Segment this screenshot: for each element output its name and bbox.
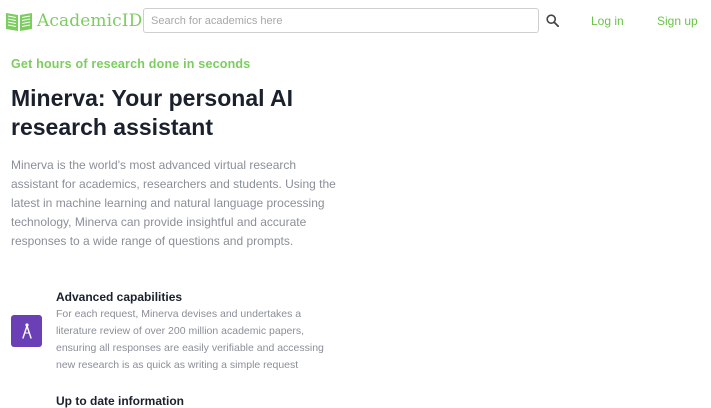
page-title: Minerva: Your personal AI research assis… <box>11 85 294 140</box>
compass-icon <box>21 323 32 339</box>
signup-link[interactable]: Sign up <box>657 14 698 28</box>
feature-description: For each request, Minerva devises and un… <box>56 308 324 371</box>
search-button[interactable] <box>543 11 561 29</box>
intro-paragraph: Minerva is the world's most advanced vir… <box>11 158 336 248</box>
search-input[interactable] <box>143 8 539 33</box>
feature-icon-badge <box>11 315 42 347</box>
open-book-icon <box>6 13 32 31</box>
feature-title: Up to date information <box>56 394 184 408</box>
feature-title: Advanced capabilities <box>56 290 183 304</box>
top-navbar: AcademicID Log in Sign up <box>0 0 711 42</box>
hero-tagline: Get hours of research done in seconds <box>11 57 251 71</box>
login-link[interactable]: Log in <box>591 14 624 28</box>
search-icon <box>545 13 559 27</box>
logo[interactable]: AcademicID <box>4 8 142 34</box>
logo-text: AcademicID <box>37 11 143 31</box>
